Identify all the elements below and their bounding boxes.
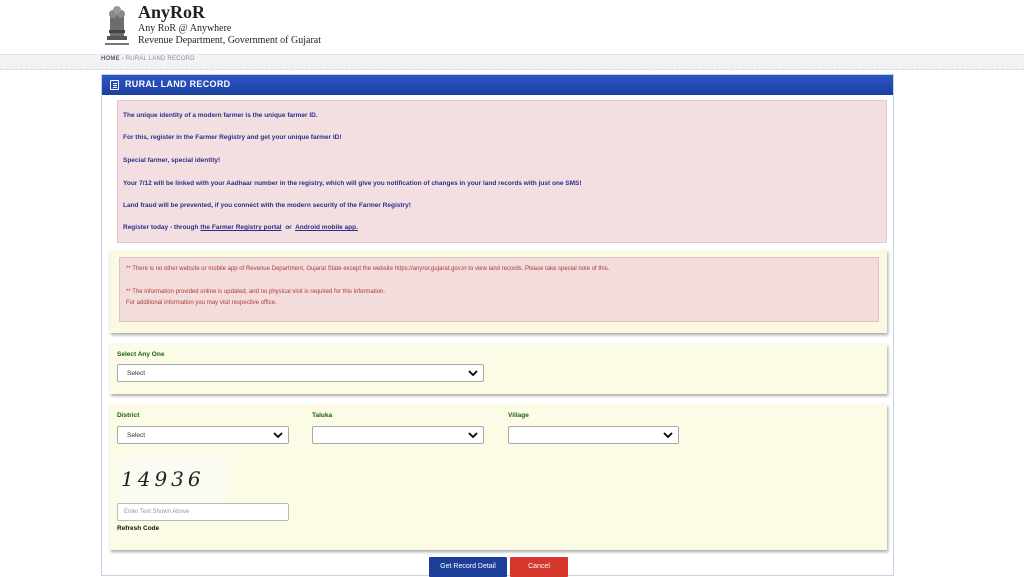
captcha-image: 14936: [117, 457, 227, 500]
farmer-registry-info: The unique identity of a modern farmer i…: [117, 100, 887, 243]
district-value: Select: [127, 432, 146, 439]
district-label: District: [117, 412, 140, 419]
location-form: District Select Taluka Village 14936 Ent…: [110, 404, 887, 550]
register-prefix: Register today - through: [123, 224, 199, 231]
select-any-dropdown[interactable]: Select: [117, 364, 484, 382]
brand-tagline: Any RoR @ Anywhere: [138, 23, 232, 34]
info-line: Land fraud will be prevented, if you con…: [123, 202, 411, 209]
notice-box: ** There is no other website or mobile a…: [110, 250, 887, 333]
panel-header: RURAL LAND RECORD: [102, 75, 893, 95]
captcha-input[interactable]: Enter Text Shown Above: [117, 503, 289, 521]
chevron-down-icon: [468, 370, 478, 377]
notice-line: For additional information you may visit…: [126, 300, 277, 306]
breadcrumb-current: RURAL LAND RECORD: [125, 56, 195, 62]
chevron-down-icon: [663, 432, 673, 439]
notice-inner: ** There is no other website or mobile a…: [119, 257, 879, 322]
district-select[interactable]: Select: [117, 426, 289, 444]
notice-line: ** There is no other website or mobile a…: [126, 266, 610, 272]
info-line: The unique identity of a modern farmer i…: [123, 112, 318, 119]
android-app-link[interactable]: Android mobile app.: [295, 224, 358, 231]
taluka-label: Taluka: [312, 412, 333, 419]
farmer-registry-portal-link[interactable]: the Farmer Registry portal: [200, 224, 281, 231]
register-line: Register today - through the Farmer Regi…: [123, 224, 358, 231]
brand-title: AnyRoR: [138, 2, 206, 22]
captcha-text: 14936: [121, 467, 205, 491]
breadcrumb-separator: ›: [121, 56, 124, 62]
info-line: Your 7/12 will be linked with your Aadha…: [123, 180, 582, 187]
site-header: AnyRoR Any RoR @ Anywhere Revenue Depart…: [0, 0, 1024, 54]
panel-title: RURAL LAND RECORD: [125, 79, 231, 89]
refresh-code-link[interactable]: Refresh Code: [117, 525, 159, 532]
info-line: For this, register in the Farmer Registr…: [123, 134, 342, 141]
chevron-down-icon: [273, 432, 283, 439]
register-or: or: [285, 224, 292, 231]
village-select[interactable]: [508, 426, 679, 444]
select-any-value: Select: [127, 370, 146, 377]
notice-line: ** The information provided online is up…: [126, 289, 386, 295]
rural-land-record-panel: RURAL LAND RECORD The unique identity of…: [101, 74, 894, 577]
chevron-down-icon: [468, 432, 478, 439]
taluka-select[interactable]: [312, 426, 484, 444]
info-line: Special farmer, special identity!: [123, 157, 221, 164]
document-icon: [110, 80, 119, 90]
breadcrumb-home[interactable]: HOME: [101, 56, 120, 62]
get-record-detail-button[interactable]: Get Record Detail: [429, 557, 507, 577]
village-label: Village: [508, 412, 529, 419]
cancel-button[interactable]: Cancel: [510, 557, 568, 577]
brand-department: Revenue Department, Government of Gujara…: [138, 35, 321, 46]
state-emblem-icon: [105, 6, 129, 45]
select-any-section: Select Any One Select: [110, 344, 887, 394]
breadcrumb: HOME › RURAL LAND RECORD: [101, 56, 195, 62]
select-any-label: Select Any One: [117, 351, 165, 358]
divider: [0, 69, 1024, 70]
